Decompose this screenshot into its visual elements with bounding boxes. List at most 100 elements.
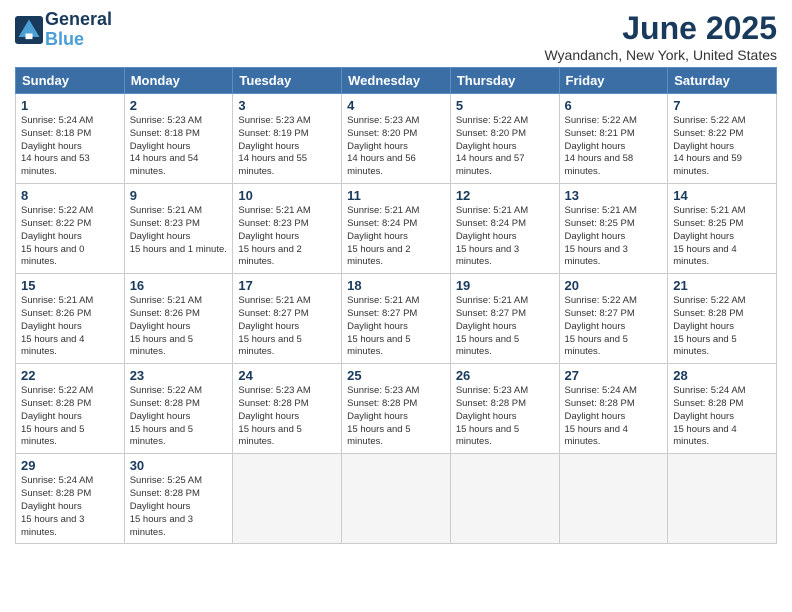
- table-row: [342, 454, 451, 544]
- day-info: Sunrise: 5:22 AM Sunset: 8:22 PM Dayligh…: [21, 205, 119, 269]
- col-friday: Friday: [559, 68, 668, 94]
- day-number: 23: [130, 368, 228, 383]
- col-sunday: Sunday: [16, 68, 125, 94]
- day-number: 29: [21, 458, 119, 473]
- table-row: 24 Sunrise: 5:23 AM Sunset: 8:28 PM Dayl…: [233, 364, 342, 454]
- title-block: June 2025 Wyandanch, New York, United St…: [544, 10, 777, 63]
- day-number: 9: [130, 188, 228, 203]
- day-info: Sunrise: 5:21 AM Sunset: 8:24 PM Dayligh…: [347, 205, 445, 269]
- table-row: 16 Sunrise: 5:21 AM Sunset: 8:26 PM Dayl…: [124, 274, 233, 364]
- day-number: 7: [673, 98, 771, 113]
- col-monday: Monday: [124, 68, 233, 94]
- day-info: Sunrise: 5:22 AM Sunset: 8:28 PM Dayligh…: [130, 385, 228, 449]
- location: Wyandanch, New York, United States: [544, 47, 777, 63]
- table-row: [450, 454, 559, 544]
- day-number: 6: [565, 98, 663, 113]
- calendar-week-row: 1 Sunrise: 5:24 AM Sunset: 8:18 PM Dayli…: [16, 94, 777, 184]
- table-row: 22 Sunrise: 5:22 AM Sunset: 8:28 PM Dayl…: [16, 364, 125, 454]
- day-number: 8: [21, 188, 119, 203]
- day-number: 11: [347, 188, 445, 203]
- table-row: 26 Sunrise: 5:23 AM Sunset: 8:28 PM Dayl…: [450, 364, 559, 454]
- col-tuesday: Tuesday: [233, 68, 342, 94]
- table-row: 20 Sunrise: 5:22 AM Sunset: 8:27 PM Dayl…: [559, 274, 668, 364]
- calendar-header-row: Sunday Monday Tuesday Wednesday Thursday…: [16, 68, 777, 94]
- logo: General Blue: [15, 10, 112, 50]
- table-row: 11 Sunrise: 5:21 AM Sunset: 8:24 PM Dayl…: [342, 184, 451, 274]
- day-number: 26: [456, 368, 554, 383]
- table-row: 4 Sunrise: 5:23 AM Sunset: 8:20 PM Dayli…: [342, 94, 451, 184]
- day-info: Sunrise: 5:22 AM Sunset: 8:20 PM Dayligh…: [456, 115, 554, 179]
- day-info: Sunrise: 5:23 AM Sunset: 8:28 PM Dayligh…: [456, 385, 554, 449]
- day-number: 15: [21, 278, 119, 293]
- table-row: 28 Sunrise: 5:24 AM Sunset: 8:28 PM Dayl…: [668, 364, 777, 454]
- day-number: 19: [456, 278, 554, 293]
- day-number: 12: [456, 188, 554, 203]
- day-number: 2: [130, 98, 228, 113]
- header: General Blue June 2025 Wyandanch, New Yo…: [15, 10, 777, 63]
- calendar-table: Sunday Monday Tuesday Wednesday Thursday…: [15, 67, 777, 544]
- day-number: 20: [565, 278, 663, 293]
- day-info: Sunrise: 5:21 AM Sunset: 8:23 PM Dayligh…: [238, 205, 336, 269]
- day-info: Sunrise: 5:22 AM Sunset: 8:22 PM Dayligh…: [673, 115, 771, 179]
- table-row: 25 Sunrise: 5:23 AM Sunset: 8:28 PM Dayl…: [342, 364, 451, 454]
- table-row: 10 Sunrise: 5:21 AM Sunset: 8:23 PM Dayl…: [233, 184, 342, 274]
- day-info: Sunrise: 5:24 AM Sunset: 8:28 PM Dayligh…: [21, 475, 119, 539]
- table-row: 15 Sunrise: 5:21 AM Sunset: 8:26 PM Dayl…: [16, 274, 125, 364]
- table-row: [233, 454, 342, 544]
- day-info: Sunrise: 5:21 AM Sunset: 8:24 PM Dayligh…: [456, 205, 554, 269]
- day-info: Sunrise: 5:22 AM Sunset: 8:21 PM Dayligh…: [565, 115, 663, 179]
- day-number: 22: [21, 368, 119, 383]
- day-info: Sunrise: 5:21 AM Sunset: 8:26 PM Dayligh…: [130, 295, 228, 359]
- table-row: 19 Sunrise: 5:21 AM Sunset: 8:27 PM Dayl…: [450, 274, 559, 364]
- day-number: 27: [565, 368, 663, 383]
- col-thursday: Thursday: [450, 68, 559, 94]
- table-row: 2 Sunrise: 5:23 AM Sunset: 8:18 PM Dayli…: [124, 94, 233, 184]
- calendar-body: 1 Sunrise: 5:24 AM Sunset: 8:18 PM Dayli…: [16, 94, 777, 544]
- table-row: 1 Sunrise: 5:24 AM Sunset: 8:18 PM Dayli…: [16, 94, 125, 184]
- day-info: Sunrise: 5:23 AM Sunset: 8:19 PM Dayligh…: [238, 115, 336, 179]
- calendar-week-row: 15 Sunrise: 5:21 AM Sunset: 8:26 PM Dayl…: [16, 274, 777, 364]
- table-row: 17 Sunrise: 5:21 AM Sunset: 8:27 PM Dayl…: [233, 274, 342, 364]
- day-info: Sunrise: 5:21 AM Sunset: 8:26 PM Dayligh…: [21, 295, 119, 359]
- table-row: 7 Sunrise: 5:22 AM Sunset: 8:22 PM Dayli…: [668, 94, 777, 184]
- day-info: Sunrise: 5:23 AM Sunset: 8:20 PM Dayligh…: [347, 115, 445, 179]
- day-info: Sunrise: 5:23 AM Sunset: 8:28 PM Dayligh…: [238, 385, 336, 449]
- calendar-week-row: 29 Sunrise: 5:24 AM Sunset: 8:28 PM Dayl…: [16, 454, 777, 544]
- day-info: Sunrise: 5:21 AM Sunset: 8:27 PM Dayligh…: [347, 295, 445, 359]
- table-row: 9 Sunrise: 5:21 AM Sunset: 8:23 PM Dayli…: [124, 184, 233, 274]
- day-info: Sunrise: 5:23 AM Sunset: 8:18 PM Dayligh…: [130, 115, 228, 179]
- table-row: 18 Sunrise: 5:21 AM Sunset: 8:27 PM Dayl…: [342, 274, 451, 364]
- table-row: 6 Sunrise: 5:22 AM Sunset: 8:21 PM Dayli…: [559, 94, 668, 184]
- table-row: 12 Sunrise: 5:21 AM Sunset: 8:24 PM Dayl…: [450, 184, 559, 274]
- day-info: Sunrise: 5:23 AM Sunset: 8:28 PM Dayligh…: [347, 385, 445, 449]
- day-info: Sunrise: 5:22 AM Sunset: 8:28 PM Dayligh…: [673, 295, 771, 359]
- table-row: 8 Sunrise: 5:22 AM Sunset: 8:22 PM Dayli…: [16, 184, 125, 274]
- table-row: 5 Sunrise: 5:22 AM Sunset: 8:20 PM Dayli…: [450, 94, 559, 184]
- day-info: Sunrise: 5:21 AM Sunset: 8:27 PM Dayligh…: [456, 295, 554, 359]
- table-row: 27 Sunrise: 5:24 AM Sunset: 8:28 PM Dayl…: [559, 364, 668, 454]
- month-title: June 2025: [544, 10, 777, 47]
- day-number: 10: [238, 188, 336, 203]
- day-info: Sunrise: 5:22 AM Sunset: 8:27 PM Dayligh…: [565, 295, 663, 359]
- day-info: Sunrise: 5:24 AM Sunset: 8:28 PM Dayligh…: [565, 385, 663, 449]
- day-number: 5: [456, 98, 554, 113]
- day-number: 14: [673, 188, 771, 203]
- day-info: Sunrise: 5:21 AM Sunset: 8:23 PM Dayligh…: [130, 205, 228, 256]
- table-row: 30 Sunrise: 5:25 AM Sunset: 8:28 PM Dayl…: [124, 454, 233, 544]
- table-row: 14 Sunrise: 5:21 AM Sunset: 8:25 PM Dayl…: [668, 184, 777, 274]
- day-number: 30: [130, 458, 228, 473]
- table-row: 29 Sunrise: 5:24 AM Sunset: 8:28 PM Dayl…: [16, 454, 125, 544]
- day-number: 16: [130, 278, 228, 293]
- day-info: Sunrise: 5:25 AM Sunset: 8:28 PM Dayligh…: [130, 475, 228, 539]
- day-number: 4: [347, 98, 445, 113]
- logo-icon: [15, 16, 43, 44]
- day-info: Sunrise: 5:22 AM Sunset: 8:28 PM Dayligh…: [21, 385, 119, 449]
- day-number: 13: [565, 188, 663, 203]
- day-number: 24: [238, 368, 336, 383]
- table-row: [559, 454, 668, 544]
- day-number: 17: [238, 278, 336, 293]
- table-row: 23 Sunrise: 5:22 AM Sunset: 8:28 PM Dayl…: [124, 364, 233, 454]
- day-info: Sunrise: 5:21 AM Sunset: 8:25 PM Dayligh…: [673, 205, 771, 269]
- day-number: 21: [673, 278, 771, 293]
- calendar-week-row: 22 Sunrise: 5:22 AM Sunset: 8:28 PM Dayl…: [16, 364, 777, 454]
